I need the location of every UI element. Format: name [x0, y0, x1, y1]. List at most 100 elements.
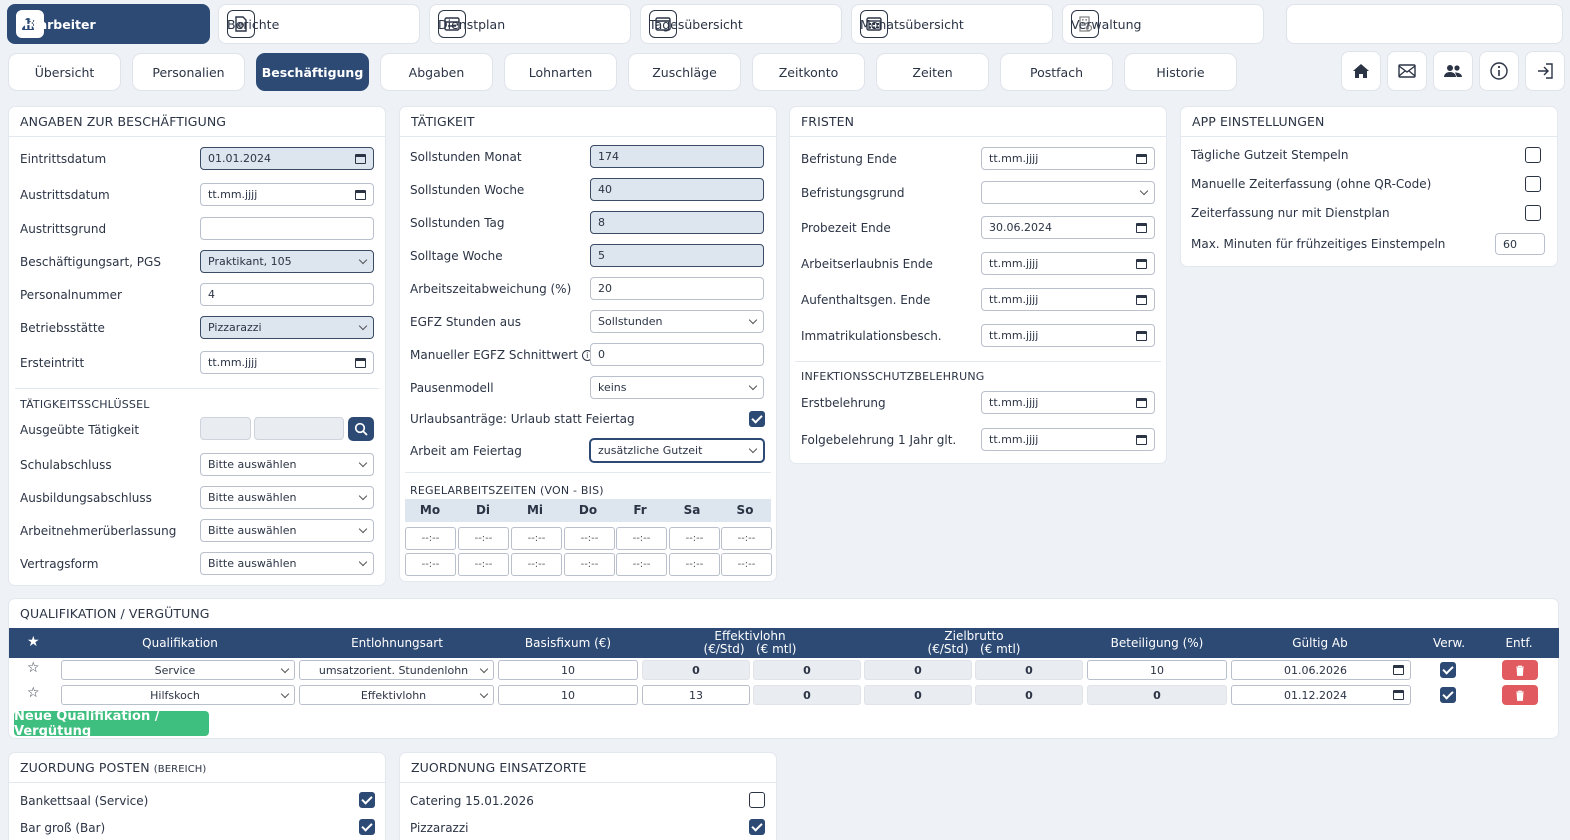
eintrittsdatum-input[interactable]: 01.01.2024 — [200, 147, 374, 170]
arbeitserlaubnis-ende-input[interactable]: tt.mm.jjjj — [981, 252, 1155, 275]
sollstunden-monat-input[interactable]: 174 — [590, 145, 764, 168]
posten-bankettsaal-checkbox[interactable] — [359, 792, 375, 808]
befristungsgrund-select[interactable] — [981, 181, 1155, 204]
aufenthaltsgen-ende-input[interactable]: tt.mm.jjjj — [981, 288, 1155, 311]
mail-button[interactable] — [1387, 51, 1427, 91]
table-row-gueltig-ab-input[interactable]: 01.12.2024 — [1231, 685, 1411, 705]
chevron-down-icon — [479, 664, 489, 673]
beschaeftigungsart-select[interactable]: Praktikant, 105 — [200, 250, 374, 273]
einsatzort-pizzarazzi-checkbox[interactable] — [749, 819, 765, 835]
sollstunden-woche-input[interactable]: 40 — [590, 178, 764, 201]
nav-tab-dienstplan[interactable]: Dienstplan — [429, 4, 631, 44]
time-to-so[interactable]: --:-- — [721, 553, 772, 576]
tab-historie[interactable]: Historie — [1124, 53, 1237, 91]
tab-uebersicht[interactable]: Übersicht — [8, 53, 121, 91]
tab-zeitkonto[interactable]: Zeitkonto — [752, 53, 865, 91]
table-row-beteiligung-input[interactable]: 10 — [1087, 660, 1227, 680]
tab-zuschlaege[interactable]: Zuschläge — [628, 53, 741, 91]
taegliche-gutzeit-checkbox[interactable] — [1525, 147, 1541, 163]
zeiterfassung-dienstplan-checkbox[interactable] — [1525, 205, 1541, 221]
table-row-basisfixum-input[interactable]: 10 — [498, 660, 638, 680]
max-minuten-input[interactable]: 60 — [1495, 233, 1545, 255]
time-to-mo[interactable]: --:-- — [405, 553, 456, 576]
posten-bar-checkbox[interactable] — [359, 819, 375, 835]
delete-button[interactable] — [1502, 660, 1538, 680]
nav-tab-mitarbeiter[interactable]: Mitarbeiter — [7, 4, 210, 44]
new-qualifikation-button[interactable]: Neue Qualifikation / Vergütung — [14, 709, 209, 739]
th-effektivlohn-sub: (€/Std) (€ mtl) — [703, 642, 797, 656]
time-to-do[interactable]: --:-- — [564, 553, 615, 576]
time-to-mi[interactable]: --:-- — [511, 553, 562, 576]
immatrikulationsbesch-input[interactable]: tt.mm.jjjj — [981, 324, 1155, 347]
tab-beschaeftigung[interactable]: Beschäftigung — [256, 53, 369, 91]
time-to-sa[interactable]: --:-- — [669, 553, 720, 576]
solltage-woche-input[interactable]: 5 — [590, 244, 764, 267]
nav-tab-monatsuebersicht[interactable]: Monatsübersicht — [851, 4, 1053, 44]
time-from-so[interactable]: --:-- — [721, 527, 772, 550]
time-from-mo[interactable]: --:-- — [405, 527, 456, 550]
vertragsform-select[interactable]: Bitte auswählen — [200, 552, 374, 575]
time-from-fr[interactable]: --:-- — [616, 527, 667, 550]
manuelle-zeiterfassung-checkbox[interactable] — [1525, 176, 1541, 192]
delete-button[interactable] — [1502, 685, 1538, 705]
taetigkeit-name-input[interactable] — [254, 417, 344, 440]
time-to-fr[interactable]: --:-- — [616, 553, 667, 576]
info-button[interactable] — [1479, 51, 1519, 91]
users-button[interactable] — [1433, 51, 1473, 91]
favorite-star-icon[interactable]: ☆ — [27, 660, 40, 676]
nav-tab-tagesuebersicht[interactable]: Tagesübersicht — [640, 4, 842, 44]
austrittsdatum-input[interactable]: tt.mm.jjjj — [200, 183, 374, 206]
ersteintritt-input[interactable]: tt.mm.jjjj — [200, 351, 374, 374]
befristung-ende-input[interactable]: tt.mm.jjjj — [981, 147, 1155, 170]
tab-lohnarten[interactable]: Lohnarten — [504, 53, 617, 91]
taetigkeit-search-button[interactable] — [348, 417, 374, 441]
logout-button[interactable] — [1525, 51, 1565, 91]
time-to-di[interactable]: --:-- — [458, 553, 509, 576]
tab-postfach[interactable]: Postfach — [1000, 53, 1113, 91]
erstbelehrung-input[interactable]: tt.mm.jjjj — [981, 391, 1155, 414]
table-row-beteiligung-input: 0 — [1087, 685, 1227, 705]
label-einsatzort-catering: Catering 15.01.2026 — [410, 794, 534, 808]
urlaub-statt-feiertag-checkbox[interactable] — [749, 411, 765, 427]
arbeit-am-feiertag-select[interactable]: zusätzliche Gutzeit — [590, 439, 764, 462]
table-row-basisfixum-input[interactable]: 10 — [498, 685, 638, 705]
favorite-star-icon[interactable]: ☆ — [27, 685, 40, 701]
time-from-mi[interactable]: --:-- — [511, 527, 562, 550]
table-row-verw-checkbox[interactable] — [1440, 687, 1456, 703]
label-egfz-schnittwert: Manueller EGFZ Schnittwert i — [410, 348, 593, 362]
table-row-qualifikation-select[interactable]: Hilfskoch — [61, 685, 295, 705]
tab-zeiten[interactable]: Zeiten — [876, 53, 989, 91]
table-row-entlohnungsart-select[interactable]: Effektivlohn — [299, 685, 494, 705]
einsatzort-catering-checkbox[interactable] — [749, 792, 765, 808]
home-button[interactable] — [1341, 51, 1381, 91]
th-entlohnungsart: Entlohnungsart — [351, 636, 443, 650]
egfz-stunden-select[interactable]: Sollstunden — [590, 310, 764, 333]
arbeitszeitabweichung-input[interactable]: 20 — [590, 277, 764, 300]
label-taegliche-gutzeit: Tägliche Gutzeit Stempeln — [1191, 148, 1349, 162]
sollstunden-tag-input[interactable]: 8 — [590, 211, 764, 234]
time-from-sa[interactable]: --:-- — [669, 527, 720, 550]
tab-personalien[interactable]: Personalien — [132, 53, 245, 91]
arbeitnehmerueberlassung-select[interactable]: Bitte auswählen — [200, 519, 374, 542]
table-row-verw-checkbox[interactable] — [1440, 662, 1456, 678]
schulabschluss-select[interactable]: Bitte auswählen — [200, 453, 374, 476]
personalnummer-input[interactable]: 4 — [200, 283, 374, 306]
austrittsgrund-input[interactable] — [200, 217, 374, 240]
tab-abgaben[interactable]: Abgaben — [380, 53, 493, 91]
pausenmodell-select[interactable]: keins — [590, 376, 764, 399]
nav-tab-verwaltung[interactable]: Verwaltung — [1062, 4, 1264, 44]
table-row-qualifikation-select[interactable]: Service — [61, 660, 295, 680]
time-from-do[interactable]: --:-- — [564, 527, 615, 550]
nav-tab-berichte[interactable]: Berichte — [218, 4, 420, 44]
probezeit-ende-input[interactable]: 30.06.2024 — [981, 216, 1155, 239]
taetigkeit-code-input[interactable] — [200, 417, 251, 440]
egfz-schnittwert-input[interactable]: 0 — [590, 343, 764, 366]
global-search-box[interactable] — [1286, 4, 1563, 44]
table-row-entlohnungsart-select[interactable]: umsatzorient. Stundenlohn — [299, 660, 494, 680]
table-row-gueltig-ab-input[interactable]: 01.06.2026 — [1231, 660, 1411, 680]
betriebsstaette-select[interactable]: Pizzarazzi — [200, 316, 374, 339]
folgebelehrung-input[interactable]: tt.mm.jjjj — [981, 428, 1155, 451]
ausbildungsabschluss-select[interactable]: Bitte auswählen — [200, 486, 374, 509]
time-from-di[interactable]: --:-- — [458, 527, 509, 550]
table-row-effektivlohn-std[interactable]: 13 — [642, 685, 750, 705]
